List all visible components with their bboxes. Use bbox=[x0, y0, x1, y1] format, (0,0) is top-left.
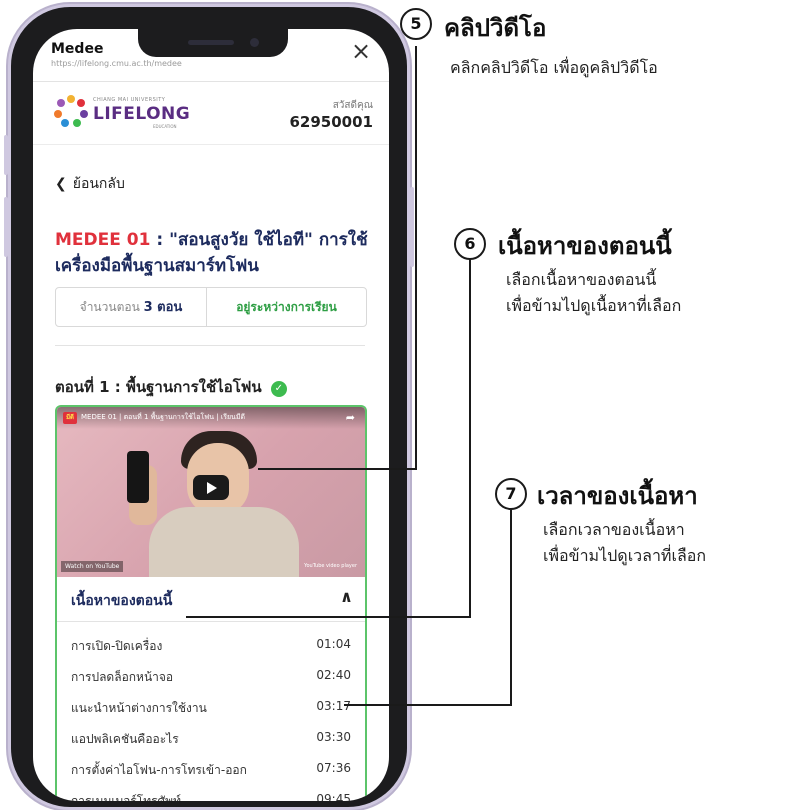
callout-title-5: คลิปวิดีโอ bbox=[444, 14, 547, 42]
callout-line-6 bbox=[186, 256, 471, 618]
speaker bbox=[188, 40, 234, 45]
callout-number-7: 7 bbox=[495, 478, 527, 510]
callout-title-6: เนื้อหาของตอนนี้ bbox=[498, 232, 672, 260]
camera bbox=[250, 38, 259, 47]
callout-number-5: 5 bbox=[400, 8, 432, 40]
callout-line-5 bbox=[258, 46, 417, 470]
callout-number-6: 6 bbox=[454, 228, 486, 260]
callout-desc-6-line1: เลือกเนื้อหาของตอนนี้ bbox=[506, 270, 657, 289]
callout-desc-5: คลิกคลิปวิดีโอ เพื่อดูคลิปวิดีโอ bbox=[450, 58, 658, 77]
phone-notch bbox=[138, 29, 288, 57]
callout-desc-7-line2: เพื่อข้ามไปดูเวลาที่เลือก bbox=[543, 546, 707, 565]
callout-desc-7-line1: เลือกเวลาของเนื้อหา bbox=[543, 520, 685, 539]
callout-title-7: เวลาของเนื้อหา bbox=[537, 482, 698, 510]
callout-desc-6-line2: เพื่อข้ามไปดูเนื้อหาที่เลือก bbox=[506, 296, 682, 315]
callout-line-7 bbox=[344, 505, 512, 706]
callout-lines bbox=[186, 46, 512, 706]
